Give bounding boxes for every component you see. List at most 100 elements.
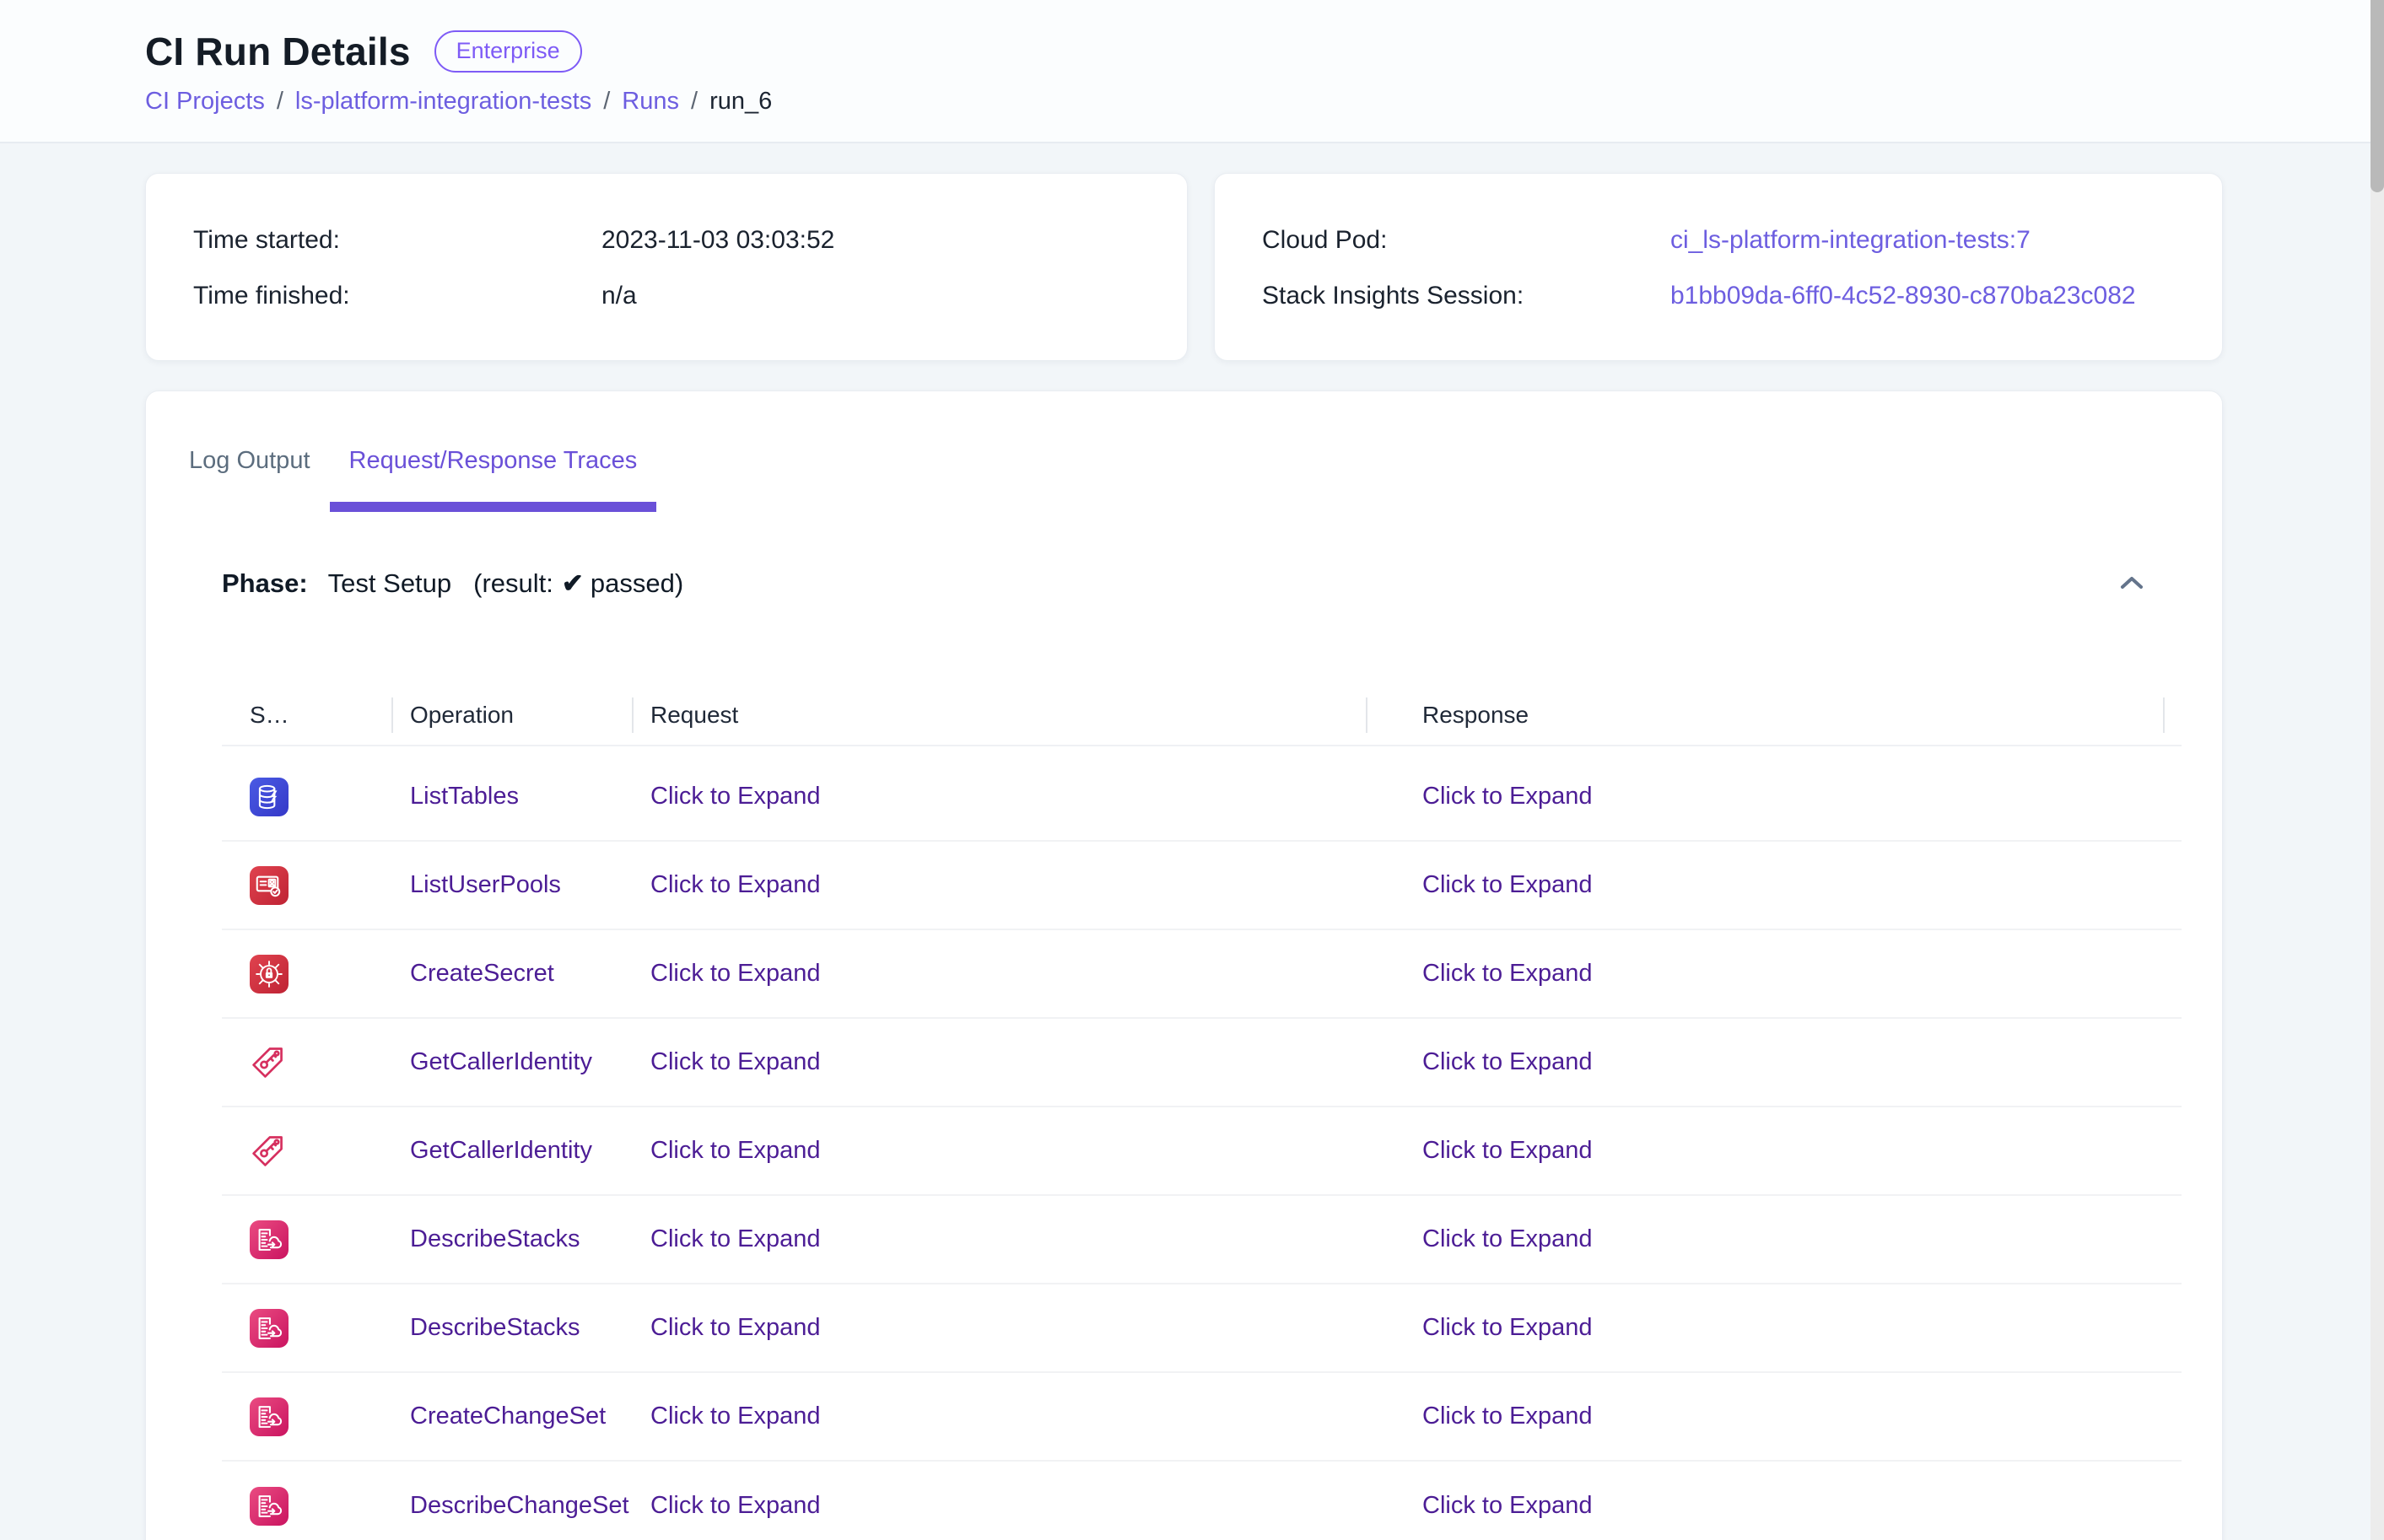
summary-row: Time finished:n/a (193, 268, 1187, 324)
table-row: CreateSecret Click to Expand Click to Expa… (222, 930, 2182, 1019)
cloudformation-service-icon (250, 1309, 289, 1348)
operation-cell: DescribeStacks (393, 1196, 634, 1283)
breadcrumb-item[interactable]: Runs (622, 88, 679, 116)
summary-label: Time started: (193, 226, 601, 255)
summary-value-link[interactable]: ci_ls-platform-integration-tests:7 (1670, 226, 2031, 255)
sts-service-icon (250, 1043, 289, 1082)
response-expand-link[interactable]: Click to Expand (1422, 1403, 1593, 1430)
response-cell: Click to Expand (1367, 1462, 2165, 1540)
summary-row: Cloud Pod:ci_ls-platform-integration-tes… (1262, 213, 2222, 268)
response-expand-link[interactable]: Click to Expand (1422, 783, 1593, 810)
service-cell (222, 1284, 393, 1371)
response-cell: Click to Expand (1367, 1196, 2165, 1283)
breadcrumb-separator: / (603, 88, 610, 116)
cloudformation-service-icon (250, 1487, 289, 1526)
request-expand-link[interactable]: Click to Expand (650, 1048, 821, 1076)
tab-request-response-traces[interactable]: Request/Response Traces (330, 391, 657, 512)
tab-bar: Log OutputRequest/Response Traces (146, 391, 2222, 512)
service-cell (222, 842, 393, 929)
collapse-phase-button[interactable] (2117, 573, 2146, 594)
breadcrumb: CI Projects / ls-platform-integration-test… (145, 88, 2384, 116)
operation-cell: GetCallerIdentity (393, 1107, 634, 1194)
request-cell: Click to Expand (634, 753, 1367, 840)
table-row: ListUserPools Click to Expand Click to Exp… (222, 842, 2182, 930)
summary-label: Stack Insights Session: (1262, 282, 1670, 310)
column-header[interactable]: Response (1367, 686, 2165, 745)
request-cell: Click to Expand (634, 1107, 1367, 1194)
response-expand-link[interactable]: Click to Expand (1422, 1225, 1593, 1253)
request-expand-link[interactable]: Click to Expand (650, 960, 821, 988)
operation-link[interactable]: CreateChangeSet (410, 1403, 606, 1430)
summary-row: Time started:2023-11-03 03:03:52 (193, 213, 1187, 268)
operation-cell: DescribeChangeSet (393, 1462, 634, 1540)
response-expand-link[interactable]: Click to Expand (1422, 1137, 1593, 1165)
response-cell: Click to Expand (1367, 1284, 2165, 1371)
trace-table-header: S…OperationRequestResponse (222, 686, 2182, 746)
cognito-service-icon (250, 866, 289, 905)
operation-link[interactable]: DescribeChangeSet (410, 1492, 629, 1520)
breadcrumb-item: run_6 (709, 88, 772, 116)
operation-link[interactable]: ListTables (410, 783, 519, 810)
service-cell (222, 1107, 393, 1194)
summary-value: n/a (601, 282, 637, 310)
table-row: CreateChangeSet Click to Expand Click to E… (222, 1373, 2182, 1462)
cloudformation-service-icon (250, 1220, 289, 1259)
service-cell (222, 930, 393, 1017)
summary-value-link[interactable]: b1bb09da-6ff0-4c52-8930-c870ba23c082 (1670, 282, 2136, 310)
column-header[interactable]: Operation (393, 686, 634, 745)
request-expand-link[interactable]: Click to Expand (650, 1137, 821, 1165)
phase-header[interactable]: Phase: Test Setup (result:✔passed) (146, 554, 2222, 613)
tab-log-output[interactable]: Log Output (170, 391, 330, 512)
page-header: CI Run Details Enterprise CI Projects/ls… (0, 0, 2384, 143)
traces-card: Log OutputRequest/Response Traces Phase:… (145, 390, 2223, 1540)
request-cell: Click to Expand (634, 1196, 1367, 1283)
operation-link[interactable]: DescribeStacks (410, 1314, 580, 1342)
table-row: GetCallerIdentity Click to Expand Click to… (222, 1019, 2182, 1107)
phase-name: Test Setup (328, 568, 451, 599)
operation-link[interactable]: DescribeStacks (410, 1225, 580, 1253)
response-cell: Click to Expand (1367, 842, 2165, 929)
breadcrumb-item[interactable]: CI Projects (145, 88, 265, 116)
request-expand-link[interactable]: Click to Expand (650, 783, 821, 810)
request-cell: Click to Expand (634, 1284, 1367, 1371)
request-expand-link[interactable]: Click to Expand (650, 1403, 821, 1430)
request-cell: Click to Expand (634, 930, 1367, 1017)
scrollbar-track[interactable] (2371, 0, 2384, 1540)
service-cell (222, 1462, 393, 1540)
request-cell: Click to Expand (634, 1019, 1367, 1106)
response-expand-link[interactable]: Click to Expand (1422, 1048, 1593, 1076)
summary-cards: Time started:2023-11-03 03:03:52Time fin… (145, 173, 2384, 361)
breadcrumb-item[interactable]: ls-platform-integration-tests (295, 88, 591, 116)
operation-cell: CreateSecret (393, 930, 634, 1017)
response-expand-link[interactable]: Click to Expand (1422, 1314, 1593, 1342)
breadcrumb-separator: / (277, 88, 283, 116)
column-header[interactable]: Request (634, 686, 1367, 745)
time-summary-card: Time started:2023-11-03 03:03:52Time fin… (145, 173, 1188, 361)
request-expand-link[interactable]: Click to Expand (650, 1492, 821, 1520)
operation-link[interactable]: ListUserPools (410, 871, 561, 899)
response-expand-link[interactable]: Click to Expand (1422, 871, 1593, 899)
scrollbar-thumb[interactable] (2371, 0, 2384, 192)
request-expand-link[interactable]: Click to Expand (650, 871, 821, 899)
operation-link[interactable]: GetCallerIdentity (410, 1137, 592, 1165)
cloudformation-service-icon (250, 1397, 289, 1436)
breadcrumb-separator: / (691, 88, 698, 116)
operation-cell: ListUserPools (393, 842, 634, 929)
request-expand-link[interactable]: Click to Expand (650, 1225, 821, 1253)
operation-cell: CreateChangeSet (393, 1373, 634, 1460)
response-cell: Click to Expand (1367, 1019, 2165, 1106)
table-row: DescribeStacks Click to Expand Click to Ex… (222, 1196, 2182, 1284)
column-header[interactable]: S… (222, 686, 393, 745)
response-cell: Click to Expand (1367, 753, 2165, 840)
response-expand-link[interactable]: Click to Expand (1422, 1492, 1593, 1520)
operation-link[interactable]: CreateSecret (410, 960, 554, 988)
service-cell (222, 1019, 393, 1106)
operation-link[interactable]: GetCallerIdentity (410, 1048, 592, 1076)
passed-check-icon: ✔ (562, 568, 584, 598)
request-expand-link[interactable]: Click to Expand (650, 1314, 821, 1342)
response-expand-link[interactable]: Click to Expand (1422, 960, 1593, 988)
request-cell: Click to Expand (634, 1462, 1367, 1540)
page-title: CI Run Details (145, 29, 411, 74)
service-cell (222, 753, 393, 840)
service-cell (222, 1373, 393, 1460)
